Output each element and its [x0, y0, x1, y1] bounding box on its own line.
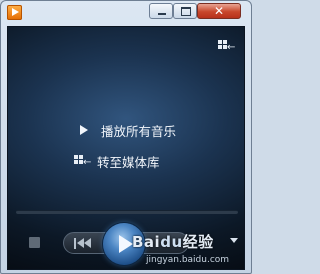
minimize-button[interactable]: [149, 3, 173, 19]
play-all-music-link[interactable]: 播放所有音乐: [74, 121, 176, 139]
watermark-text-left: Bai: [132, 233, 161, 251]
watermark-text-du: du: [160, 233, 183, 251]
library-switch-icon: ←: [74, 155, 91, 168]
playback-controls: Baidu经验 jingyan.baidu.com: [8, 217, 244, 269]
watermark-text-right: 经验: [182, 233, 214, 251]
close-icon: ✕: [213, 4, 225, 18]
chevron-down-icon[interactable]: [230, 238, 238, 243]
play-icon: [80, 125, 88, 135]
stop-button[interactable]: [29, 237, 40, 248]
baidu-watermark: Baidu经验: [132, 231, 214, 252]
media-player-window: ✕ ← 播放所有音乐 ← 转至媒体库 Baidu经验 jingyan.baidu…: [0, 0, 252, 274]
go-to-library-link[interactable]: ← 转至媒体库: [74, 152, 160, 170]
title-bar[interactable]: ✕: [1, 1, 251, 23]
go-to-library-label: 转至媒体库: [97, 154, 160, 170]
maximize-button[interactable]: [173, 3, 197, 19]
switch-to-library-icon[interactable]: ←: [218, 40, 235, 53]
seek-bar[interactable]: [16, 210, 238, 214]
media-player-icon[interactable]: [7, 5, 22, 20]
previous-button[interactable]: [74, 238, 98, 250]
watermark-url: jingyan.baidu.com: [146, 255, 230, 265]
now-playing-area: ← 播放所有音乐 ← 转至媒体库 Baidu经验 jingyan.baidu.c…: [7, 26, 245, 270]
close-button[interactable]: ✕: [197, 3, 241, 19]
play-all-label: 播放所有音乐: [101, 123, 177, 139]
